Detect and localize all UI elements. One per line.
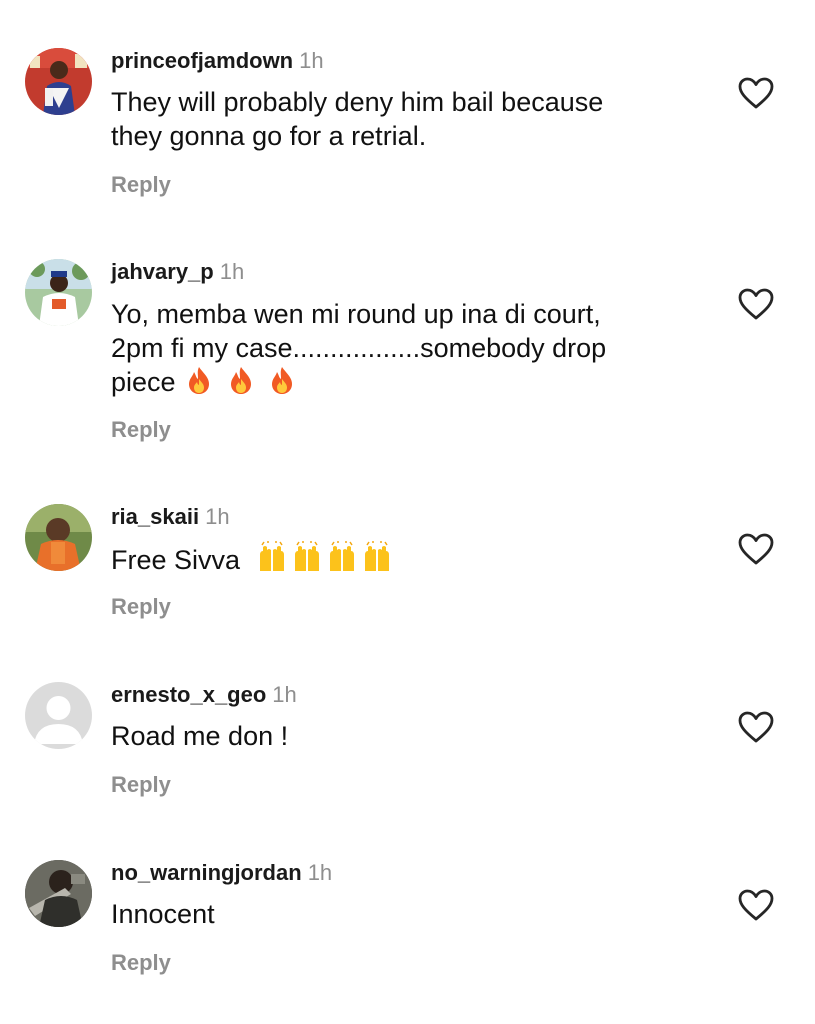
comment-text: Road me don ! (111, 719, 711, 753)
heart-outline-icon (738, 288, 774, 320)
reply-button[interactable]: Reply (111, 594, 171, 620)
timestamp: 1h (307, 860, 333, 885)
comment-text: Yo, memba wen mi round up ina di court, … (111, 297, 711, 399)
comments-list: princeofjamdown 1h They will probably den… (0, 0, 815, 1024)
fire-emoji (189, 367, 210, 394)
like-button[interactable] (737, 710, 775, 744)
reply-button[interactable]: Reply (111, 772, 171, 798)
username[interactable]: jahvary_p (111, 259, 214, 284)
timestamp: 1h (219, 259, 245, 284)
raising-hands-emoji (329, 541, 354, 571)
avatar-image (25, 259, 92, 326)
fire-emoji (230, 367, 251, 394)
heart-outline-icon (738, 711, 774, 743)
timestamp: 1h (272, 682, 297, 707)
comment-header: ria_skaii 1h (111, 504, 230, 530)
heart-outline-icon (738, 533, 774, 565)
default-avatar-icon (25, 682, 92, 749)
timestamp: 1h (205, 504, 230, 529)
reply-button[interactable]: Reply (111, 950, 171, 976)
like-button[interactable] (737, 532, 775, 566)
raising-hands-emoji (364, 541, 389, 571)
avatar-image (25, 48, 92, 115)
comment-text: Innocent (111, 897, 711, 931)
comment-text-line-with-emoji: piece (111, 365, 711, 399)
username[interactable]: princeofjamdown (111, 48, 293, 73)
comment-text-line: Free Sivva (111, 545, 241, 575)
comment-text-line: piece (111, 367, 176, 397)
avatar[interactable] (25, 259, 92, 326)
avatar-image (25, 860, 92, 927)
timestamp: 1h (299, 48, 324, 73)
username[interactable]: ria_skaii (111, 504, 199, 529)
comment-text-line: Yo, memba wen mi round up ina di court, (111, 299, 601, 329)
heart-outline-icon (738, 889, 774, 921)
comment-text-line: Innocent (111, 899, 215, 929)
raising-hands-emoji-group (259, 541, 389, 571)
reply-button[interactable]: Reply (111, 417, 171, 443)
comment-header: jahvary_p 1h (111, 259, 244, 285)
comment-text-line: They will probably deny him bail because (111, 87, 604, 117)
comment-text: They will probably deny him bail because… (111, 85, 711, 153)
avatar-image (25, 504, 92, 571)
comment-text-line: 2pm fi my case.................somebody … (111, 333, 607, 363)
username[interactable]: ernesto_x_geo (111, 682, 266, 707)
avatar[interactable] (25, 682, 92, 749)
comment-text-line: they gonna go for a retrial. (111, 121, 427, 151)
raising-hands-emoji (259, 541, 284, 571)
comment-text-line: Road me don ! (111, 721, 289, 751)
avatar[interactable] (25, 504, 92, 571)
comment-header: princeofjamdown 1h (111, 48, 324, 74)
reply-button[interactable]: Reply (111, 172, 171, 198)
like-button[interactable] (737, 888, 775, 922)
fire-emoji (272, 367, 293, 394)
like-button[interactable] (737, 76, 775, 110)
avatar[interactable] (25, 48, 92, 115)
comment-text: Free Sivva (111, 541, 711, 577)
heart-outline-icon (738, 77, 774, 109)
comment-header: ernesto_x_geo 1h (111, 682, 297, 708)
avatar[interactable] (25, 860, 92, 927)
like-button[interactable] (737, 287, 775, 321)
raising-hands-emoji (294, 541, 319, 571)
username[interactable]: no_warningjordan (111, 860, 302, 885)
comment-header: no_warningjordan 1h (111, 860, 332, 886)
